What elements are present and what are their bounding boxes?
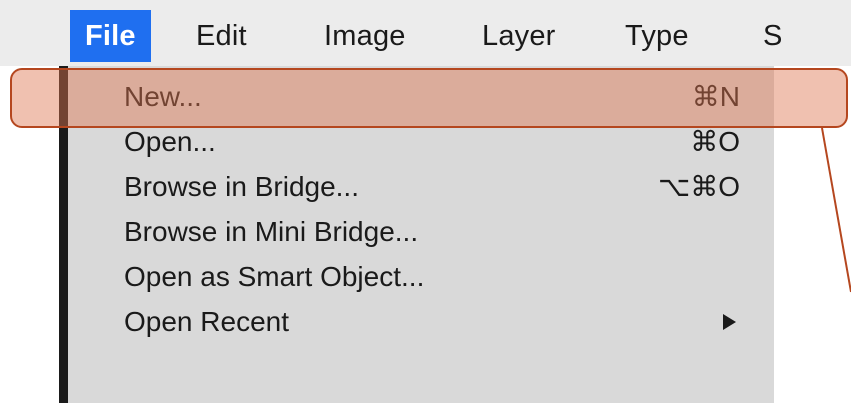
menu-type[interactable]: Type: [625, 10, 689, 62]
menu-item-open-as-smart-object[interactable]: Open as Smart Object...: [68, 256, 774, 298]
menu-file[interactable]: File: [70, 10, 151, 62]
menu-edit[interactable]: Edit: [196, 10, 247, 62]
menu-bar: File Edit Image Layer Type S: [0, 0, 851, 66]
menu-item-shortcut: ⌥⌘O: [657, 171, 740, 202]
menu-item-label: Browse in Bridge...: [124, 171, 359, 202]
triangle-right-icon: [723, 314, 736, 330]
menu-item-label: Open Recent: [124, 306, 289, 337]
menu-layer[interactable]: Layer: [482, 10, 556, 62]
menu-item-label: Open as Smart Object...: [124, 261, 425, 292]
menu-item-browse-in-bridge[interactable]: Browse in Bridge... ⌥⌘O: [68, 166, 774, 208]
highlight-callout: [10, 68, 848, 128]
menu-partial-s[interactable]: S: [763, 10, 783, 62]
menu-item-open-recent[interactable]: Open Recent: [68, 301, 774, 343]
menu-item-browse-in-mini-bridge[interactable]: Browse in Mini Bridge...: [68, 211, 774, 253]
menu-item-label: Browse in Mini Bridge...: [124, 216, 419, 247]
menu-image[interactable]: Image: [324, 10, 406, 62]
